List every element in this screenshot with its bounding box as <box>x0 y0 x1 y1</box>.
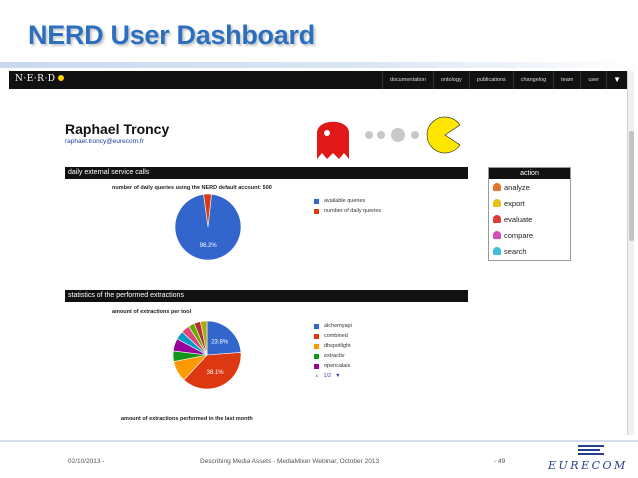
extractions-chart-title: amount of extractions per tool <box>112 309 192 315</box>
legend-label: number of daily queries <box>324 208 382 214</box>
legend-label: extractiv <box>324 353 345 359</box>
action-label: analyze <box>504 182 530 192</box>
action-panel-title: action <box>489 168 570 179</box>
action-label: compare <box>504 230 534 240</box>
legend-label: dbspotlight <box>324 343 351 349</box>
pie-slice[interactable] <box>206 320 242 356</box>
daily-queries-pie: 96.2% <box>174 193 242 261</box>
legend-swatch <box>314 323 319 329</box>
red-ghost-icon <box>493 183 501 191</box>
pie-data-label: 23.8% <box>211 339 229 345</box>
action-label: export <box>504 198 525 208</box>
magenta-ghost-icon <box>493 231 501 239</box>
ghost-icon <box>317 121 349 159</box>
chevron-down-icon[interactable]: ▼ <box>335 373 340 379</box>
action-evaluate[interactable]: evaluate <box>489 211 570 227</box>
extractions-pie: 23.8% 38.1% <box>172 320 242 390</box>
action-analyze[interactable]: analyze <box>489 179 570 195</box>
slide-title: NERD User Dashboard <box>28 20 315 50</box>
user-name: Raphael Troncy <box>65 121 170 137</box>
footer-rule <box>0 440 638 442</box>
footer-date: 02/10/2013 - <box>68 458 105 465</box>
section-extractions: statistics of the performed extractions <box>65 290 468 302</box>
legend-item: opencalais <box>314 361 352 371</box>
nav-documentation[interactable]: documentation <box>381 71 433 89</box>
user-email[interactable]: raphael.troncy@eurecom.fr <box>65 138 144 145</box>
dashboard-screenshot: N·E·R·D documentation ontology publicati… <box>9 71 634 435</box>
chevron-down-icon[interactable]: ▼ <box>606 71 627 89</box>
daily-queries-chart-title: number of daily queries using the NERD d… <box>112 185 272 191</box>
legend-swatch <box>314 343 319 349</box>
legend-label: opencalais <box>324 363 351 369</box>
action-label: search <box>504 246 527 256</box>
nav-user[interactable]: user <box>580 71 606 89</box>
pager-label: 1/2 <box>323 373 332 379</box>
legend-label: combined <box>324 333 348 339</box>
monthly-extractions-title: amount of extractions performed in the l… <box>121 416 253 422</box>
title-rule <box>0 62 638 68</box>
section-daily-calls: daily external service calls <box>65 167 468 179</box>
legend-label: available queries <box>324 198 366 204</box>
page-number: - 49 <box>494 458 506 465</box>
navbar: N·E·R·D documentation ontology publicati… <box>9 71 627 89</box>
logo-text: N·E·R·D <box>15 74 56 84</box>
daily-queries-legend: available queries number of daily querie… <box>314 196 381 216</box>
mascot-illustration <box>317 116 461 159</box>
legend-item: available queries <box>314 196 381 206</box>
pacman-dot-icon <box>57 75 64 81</box>
nav-ontology[interactable]: ontology <box>432 71 469 89</box>
action-search[interactable]: search <box>489 243 570 259</box>
legend-swatch <box>314 333 319 339</box>
legend-swatch <box>314 198 319 204</box>
nerd-logo[interactable]: N·E·R·D <box>15 74 64 84</box>
legend-item: extractiv <box>314 351 352 361</box>
nav-team[interactable]: team <box>553 71 580 89</box>
action-panel: action analyze export evaluate compare s… <box>488 167 571 261</box>
chevron-up-icon[interactable]: ▲ <box>314 373 319 379</box>
extractions-legend: alchemyapi combined dbspotlight extracti… <box>314 321 352 381</box>
legend-item: alchemyapi <box>314 321 352 331</box>
legend-item: dbspotlight <box>314 341 352 351</box>
scrollbar[interactable] <box>627 71 634 435</box>
pie-data-label: 96.2% <box>200 243 218 249</box>
pink-ghost-icon <box>493 215 501 223</box>
footer-title: Describing Media Assets - MediaMixer Web… <box>200 458 380 465</box>
legend-label: alchemyapi <box>324 323 352 329</box>
pacman-icon <box>426 116 461 154</box>
dots-icon <box>365 128 419 142</box>
legend-swatch <box>314 353 319 359</box>
cyan-ghost-icon <box>493 247 501 255</box>
yellow-ghost-icon <box>493 199 501 207</box>
eurecom-text: EURECOM <box>548 459 628 472</box>
action-export[interactable]: export <box>489 195 570 211</box>
nav-publications[interactable]: publications <box>468 71 513 89</box>
legend-item: number of daily queries <box>314 206 381 216</box>
legend-pager: ▲ 1/2 ▼ <box>314 371 352 381</box>
pie-data-label: 38.1% <box>207 370 225 376</box>
legend-item: combined <box>314 331 352 341</box>
eurecom-logo: EURECOM <box>548 444 633 474</box>
action-label: evaluate <box>504 214 533 224</box>
scroll-thumb[interactable] <box>629 131 634 241</box>
legend-swatch <box>314 363 319 369</box>
legend-swatch <box>314 208 319 214</box>
eurecom-mark-icon <box>578 445 604 455</box>
nav-menu: documentation ontology publications chan… <box>381 71 627 89</box>
action-compare[interactable]: compare <box>489 227 570 243</box>
nav-changelog[interactable]: changelog <box>512 71 553 89</box>
